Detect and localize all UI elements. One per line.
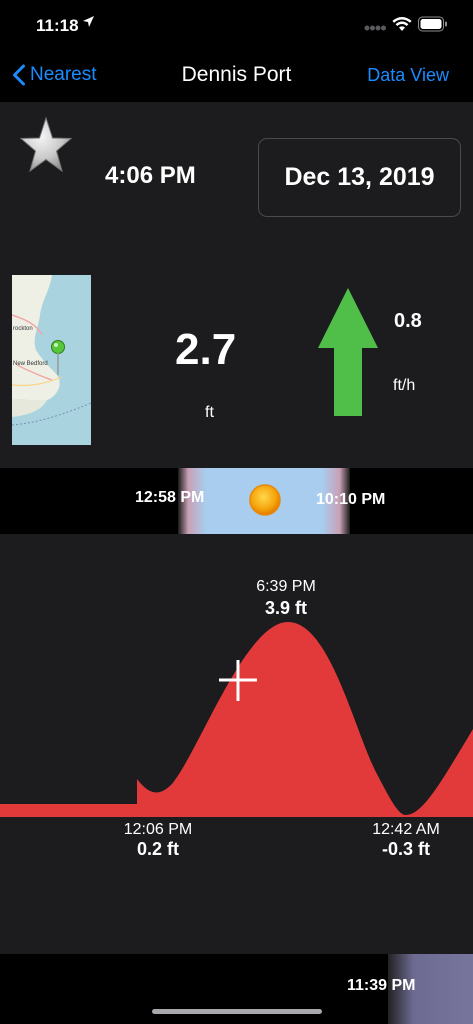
status-time: 11:18 [36,16,79,35]
sunset-time: 10:10 PM [316,491,386,508]
tide-height-value: 2.7 [175,325,237,374]
navigation-bar: Nearest Dennis Port Data View [0,50,473,102]
high-tide-time: 6:39 PM [256,578,316,595]
sunrise-time: 12:58 PM [135,489,205,506]
low-tide-1-time: 12:06 PM [123,821,193,838]
home-indicator[interactable] [152,1009,322,1014]
low-tide-1-height: 0.2 ft [136,839,179,859]
wifi-icon [392,17,412,31]
low-tide-2-height: -0.3 ft [381,839,430,859]
rising-tide-arrow-icon [318,288,378,416]
tide-rate-unit: ft/h [393,377,416,394]
sun-icon [249,484,281,516]
svg-text:New Bedford: New Bedford [13,361,48,367]
battery-icon [418,16,447,32]
high-tide-height: 3.9 ft [264,598,307,618]
tide-height-unit: ft [205,404,214,421]
location-arrow-icon [83,16,94,27]
moonrise-time: 11:39 PM [347,977,416,994]
data-view-button[interactable]: Data View [367,65,449,86]
low-tide-2-time: 12:42 AM [372,821,440,838]
favorite-star-icon[interactable] [20,116,72,184]
date-picker-button[interactable]: Dec 13, 2019 [258,138,461,217]
status-bar: 11:18 [0,0,473,50]
daylight-strip [0,468,473,534]
signal-dots-icon [364,25,386,31]
tide-rate-value: 0.8 [394,310,422,332]
current-time: 4:06 PM [105,162,196,189]
location-map-thumbnail[interactable]: rockton New Bedford [12,275,91,445]
tide-curve [0,621,473,817]
svg-text:rockton: rockton [13,326,33,332]
tide-chart[interactable]: 6:39 PM 3.9 ft 12:06 PM 0.2 ft 12:42 AM … [0,534,473,954]
